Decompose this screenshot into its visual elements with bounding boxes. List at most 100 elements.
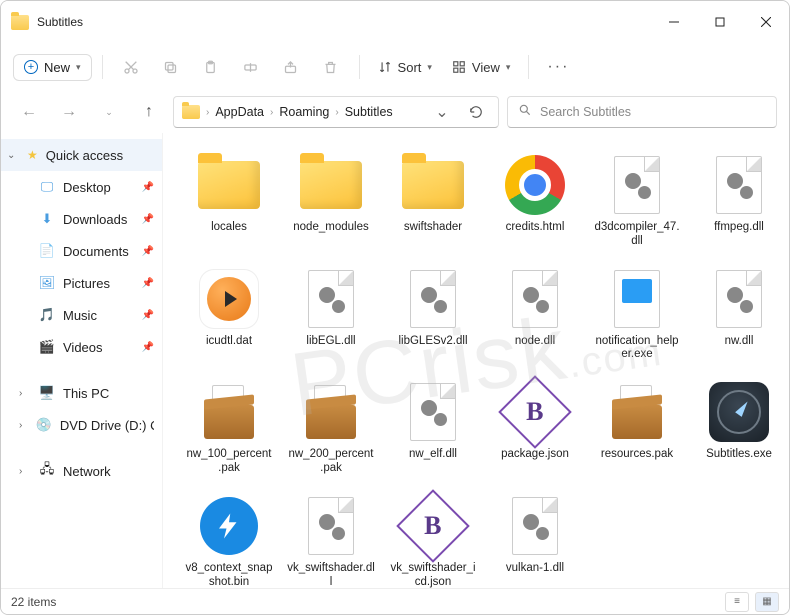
maximize-button[interactable] bbox=[697, 1, 743, 43]
search-icon bbox=[518, 103, 532, 122]
this-pc-item[interactable]: › 🖥️ This PC bbox=[1, 377, 162, 409]
breadcrumb-item[interactable]: AppData bbox=[215, 105, 264, 119]
dll-icon bbox=[501, 492, 569, 560]
music-icon: 🎵 bbox=[39, 307, 55, 323]
chevron-down-icon: ▾ bbox=[76, 62, 81, 73]
file-item[interactable]: nw.dll bbox=[691, 261, 787, 367]
file-item[interactable]: nw_200_percent.pak bbox=[283, 374, 379, 480]
sidebar-item-documents[interactable]: 📄 Documents 📌 bbox=[1, 235, 162, 267]
file-item[interactable]: nw_elf.dll bbox=[385, 374, 481, 480]
chevron-down-icon: ▾ bbox=[427, 62, 432, 73]
search-box[interactable]: Search Subtitles bbox=[507, 96, 777, 128]
rename-button[interactable] bbox=[233, 49, 269, 85]
file-item[interactable]: Subtitles.exe bbox=[691, 374, 787, 480]
file-item[interactable]: libEGL.dll bbox=[283, 261, 379, 367]
close-button[interactable] bbox=[743, 1, 789, 43]
bolt-icon bbox=[195, 492, 263, 560]
refresh-button[interactable] bbox=[462, 98, 490, 126]
sort-button[interactable]: Sort ▾ bbox=[370, 55, 440, 80]
file-item[interactable]: d3dcompiler_47.dll bbox=[589, 147, 685, 253]
file-label: vk_swiftshader.dll bbox=[287, 562, 375, 588]
back-button[interactable]: ← bbox=[13, 96, 45, 128]
sidebar-item-label: Videos bbox=[63, 340, 103, 355]
minimize-button[interactable] bbox=[651, 1, 697, 43]
file-label: libGLESv2.dll bbox=[398, 335, 467, 349]
file-item[interactable]: node_modules bbox=[283, 147, 379, 253]
file-label: notification_helper.exe bbox=[593, 335, 681, 363]
file-label: icudtl.dat bbox=[206, 335, 252, 349]
up-button[interactable]: ↑ bbox=[133, 96, 165, 128]
chevron-right-icon: › bbox=[19, 466, 31, 477]
file-item[interactable]: nw_100_percent.pak bbox=[181, 374, 277, 480]
file-label: node.dll bbox=[515, 335, 555, 349]
file-label: nw.dll bbox=[725, 335, 754, 349]
downloads-icon: ⬇ bbox=[39, 211, 55, 227]
file-item[interactable]: libGLESv2.dll bbox=[385, 261, 481, 367]
breadcrumb-item[interactable]: Roaming bbox=[279, 105, 329, 119]
file-item[interactable]: node.dll bbox=[487, 261, 583, 367]
delete-button[interactable] bbox=[313, 49, 349, 85]
file-item[interactable]: icudtl.dat bbox=[181, 261, 277, 367]
sidebar-item-label: Desktop bbox=[63, 180, 111, 195]
item-count: 22 items bbox=[11, 595, 56, 609]
file-item[interactable]: resources.pak bbox=[589, 374, 685, 480]
file-content-area[interactable]: locales node_modules swiftshader credits… bbox=[163, 133, 789, 588]
forward-button[interactable]: → bbox=[53, 96, 85, 128]
pak-icon bbox=[195, 378, 263, 446]
sidebar-item-pictures[interactable]: 🖼 Pictures 📌 bbox=[1, 267, 162, 299]
sidebar-item-label: Downloads bbox=[63, 212, 127, 227]
file-item[interactable]: ffmpeg.dll bbox=[691, 147, 787, 253]
recent-button[interactable]: ⌄ bbox=[93, 96, 125, 128]
file-item[interactable]: swiftshader bbox=[385, 147, 481, 253]
new-button[interactable]: + New ▾ bbox=[13, 54, 92, 81]
file-label: nw_100_percent.pak bbox=[185, 448, 273, 476]
file-label: resources.pak bbox=[601, 448, 673, 462]
file-item[interactable]: v8_context_snapshot.bin bbox=[181, 488, 277, 588]
file-item[interactable]: locales bbox=[181, 147, 277, 253]
sidebar-item-label: Documents bbox=[63, 244, 129, 259]
folder-icon bbox=[182, 105, 200, 119]
desktop-icon: 🖵 bbox=[39, 179, 55, 195]
dll-icon bbox=[399, 378, 467, 446]
address-bar: ← → ⌄ ↑ › AppData › Roaming › Subtitles … bbox=[1, 91, 789, 133]
network-item[interactable]: › 🖧 Network bbox=[1, 455, 162, 487]
title-bar: Subtitles bbox=[1, 1, 789, 43]
sidebar-item-music[interactable]: 🎵 Music 📌 bbox=[1, 299, 162, 331]
view-button[interactable]: View ▾ bbox=[444, 55, 518, 80]
cut-button[interactable] bbox=[113, 49, 149, 85]
dll-icon bbox=[297, 492, 365, 560]
network-icon: 🖧 bbox=[39, 463, 55, 479]
dll-icon bbox=[705, 151, 773, 219]
status-bar: 22 items ≡ ▦ bbox=[1, 588, 789, 614]
dll-icon bbox=[501, 265, 569, 333]
path-dropdown[interactable]: ⌄ bbox=[428, 98, 456, 126]
file-label: ffmpeg.dll bbox=[714, 221, 764, 235]
quick-access-header[interactable]: ⌄ ★ Quick access bbox=[1, 139, 162, 171]
sidebar-item-downloads[interactable]: ⬇ Downloads 📌 bbox=[1, 203, 162, 235]
sidebar-item-videos[interactable]: 🎬 Videos 📌 bbox=[1, 331, 162, 363]
breadcrumb-item[interactable]: Subtitles bbox=[345, 105, 393, 119]
share-button[interactable] bbox=[273, 49, 309, 85]
file-label: package.json bbox=[501, 448, 569, 462]
view-icon bbox=[452, 60, 466, 74]
sort-label: Sort bbox=[398, 60, 422, 75]
copy-button[interactable] bbox=[153, 49, 189, 85]
icons-view-button[interactable]: ▦ bbox=[755, 592, 779, 612]
file-label: v8_context_snapshot.bin bbox=[185, 562, 273, 588]
more-button[interactable]: ··· bbox=[539, 58, 577, 76]
pin-icon: 📌 bbox=[142, 342, 154, 353]
paste-button[interactable] bbox=[193, 49, 229, 85]
videos-icon: 🎬 bbox=[39, 339, 55, 355]
file-item[interactable]: B vk_swiftshader_icd.json bbox=[385, 488, 481, 588]
file-item[interactable]: vk_swiftshader.dll bbox=[283, 488, 379, 588]
file-item[interactable]: vulkan-1.dll bbox=[487, 488, 583, 588]
sidebar-item-desktop[interactable]: 🖵 Desktop 📌 bbox=[1, 171, 162, 203]
file-item[interactable]: credits.html bbox=[487, 147, 583, 253]
file-item[interactable]: B package.json bbox=[487, 374, 583, 480]
file-item[interactable]: notification_helper.exe bbox=[589, 261, 685, 367]
details-view-button[interactable]: ≡ bbox=[725, 592, 749, 612]
dvd-item[interactable]: › 💿 DVD Drive (D:) CCCC bbox=[1, 409, 162, 441]
folder-icon bbox=[399, 151, 467, 219]
breadcrumb-path[interactable]: › AppData › Roaming › Subtitles ⌄ bbox=[173, 96, 499, 128]
view-label: View bbox=[472, 60, 500, 75]
